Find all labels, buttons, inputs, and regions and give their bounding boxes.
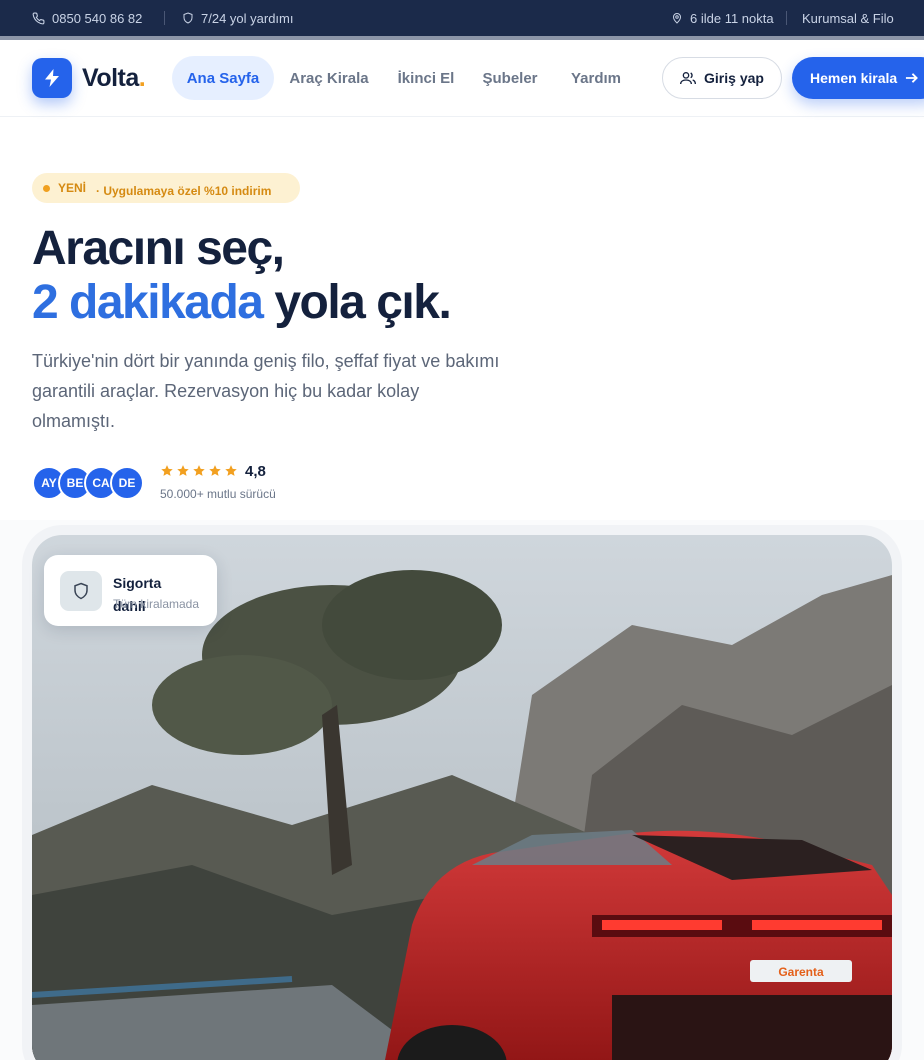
logo-mark[interactable] xyxy=(32,58,72,98)
star-icon xyxy=(225,465,237,476)
badge-new-label: YENİ xyxy=(58,181,87,195)
corporate-link[interactable]: Kurumsal & Filo xyxy=(802,0,894,36)
rating-stars xyxy=(160,464,238,478)
rent-now-button[interactable]: Hemen kirala xyxy=(792,57,924,99)
nav-item-second-hand[interactable]: İkinci El xyxy=(388,56,464,100)
insurance-icon-box xyxy=(60,571,102,611)
star-icon xyxy=(177,465,189,476)
main-header: Volta. Ana Sayfa Araç Kirala İkinci El Ş… xyxy=(0,40,924,117)
divider xyxy=(164,11,165,25)
insurance-card: Sigorta dahil Tüm kiralamada xyxy=(44,555,217,626)
nav-item-branches[interactable]: Şubeler xyxy=(474,56,546,100)
insurance-subtitle: Tüm kiralamada xyxy=(113,597,200,611)
support-text: 7/24 yol yardımı xyxy=(201,10,294,26)
hero-title-line1: Aracını seç, xyxy=(32,222,285,275)
phone-icon xyxy=(32,12,45,24)
phone-link[interactable]: 0850 540 86 82 xyxy=(32,0,142,36)
hero-title: Aracını seç, 2 dakikada yola çık. xyxy=(32,222,452,330)
avatar: DE xyxy=(110,466,144,500)
map-pin-icon xyxy=(672,13,682,24)
license-plate-text: Garenta xyxy=(778,965,824,979)
hero-title-rest: yola çık. xyxy=(274,276,451,329)
shield-icon xyxy=(74,582,88,600)
corporate-text: Kurumsal & Filo xyxy=(802,10,894,26)
hero-title-highlight: 2 dakikada xyxy=(32,276,264,329)
top-info-bar: 0850 540 86 82 7/24 yol yardımı 6 ilde 1… xyxy=(0,0,924,40)
hero-lead: Türkiye'nin dört bir yanında geniş filo,… xyxy=(32,351,500,431)
star-icon xyxy=(209,465,221,476)
support-info: 7/24 yol yardımı xyxy=(182,0,294,36)
shield-icon xyxy=(183,12,193,24)
phone-number: 0850 540 86 82 xyxy=(52,10,143,26)
login-button[interactable]: Giriş yap xyxy=(662,57,782,99)
promo-badge[interactable]: YENİ · Uygulamaya özel %10 indirim xyxy=(32,173,300,203)
nav-item-rent-car[interactable]: Araç Kirala xyxy=(282,56,376,100)
star-icon xyxy=(193,465,205,476)
users-icon xyxy=(680,72,697,85)
logo-dot: . xyxy=(138,64,146,92)
locations-text: 6 ilde 11 nokta xyxy=(690,10,774,26)
star-icon xyxy=(161,465,173,476)
badge-text: · Uygulamaya özel %10 indirim xyxy=(96,184,272,198)
rent-now-label: Hemen kirala xyxy=(810,70,898,86)
rating-subtitle: 50.000+ mutlu sürücü xyxy=(160,487,276,501)
logo-wordmark[interactable]: Volta. xyxy=(82,64,146,93)
locations-link[interactable]: 6 ilde 11 nokta xyxy=(671,0,774,36)
login-label: Giriş yap xyxy=(704,70,764,86)
logo-name: Volta xyxy=(82,64,139,92)
nav-item-help[interactable]: Yardım xyxy=(558,56,634,100)
rating-value: 4,8 xyxy=(245,463,266,480)
divider xyxy=(786,11,787,25)
badge-dot xyxy=(43,185,50,192)
nav-item-home[interactable]: Ana Sayfa xyxy=(172,56,274,100)
arrow-right-icon xyxy=(906,73,919,83)
lightning-icon xyxy=(45,69,59,87)
